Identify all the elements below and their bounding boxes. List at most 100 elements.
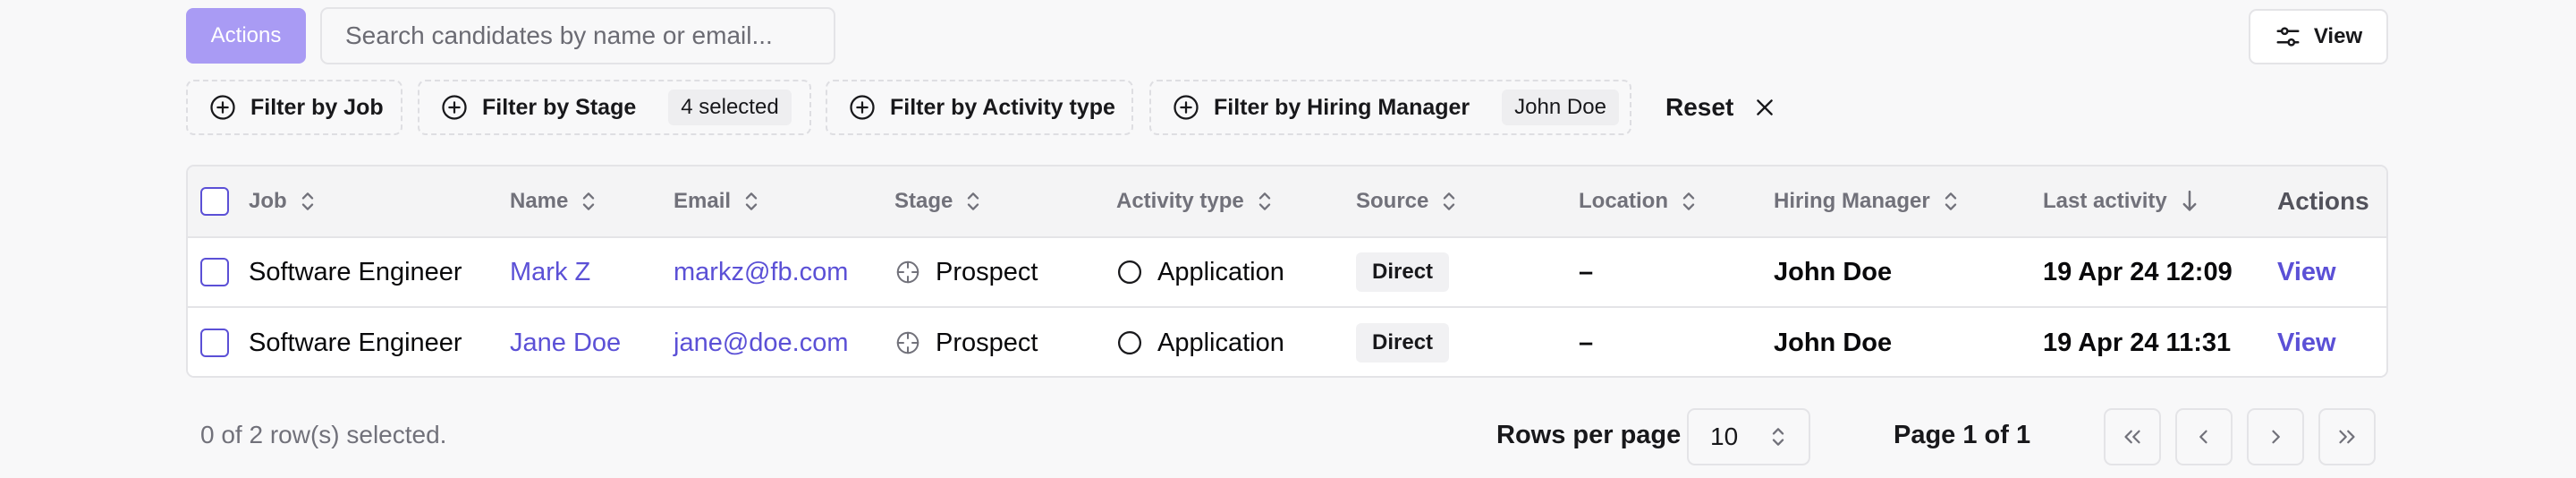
crosshair-icon <box>896 260 919 284</box>
column-hiring-manager[interactable]: Hiring Manager <box>1774 166 1959 236</box>
circle-icon <box>1118 331 1141 354</box>
row-checkbox-cell <box>200 308 229 376</box>
next-page-button[interactable] <box>2247 408 2304 465</box>
select-all-checkbox[interactable] <box>200 187 229 216</box>
cell-location: – <box>1579 257 1594 286</box>
column-location[interactable]: Location <box>1579 166 1697 236</box>
column-stage[interactable]: Stage <box>894 166 981 236</box>
table-row: Software Engineer Jane Doe jane@doe.com … <box>188 308 2386 376</box>
column-location-label: Location <box>1579 189 1668 213</box>
prev-page-button[interactable] <box>2175 408 2233 465</box>
view-link[interactable]: View <box>2277 238 2336 306</box>
reset-button[interactable]: Reset <box>1665 80 1776 135</box>
rows-per-page-label: Rows per page <box>1496 421 1682 449</box>
sort-icon <box>583 192 595 210</box>
last-page-button[interactable] <box>2318 408 2376 465</box>
cell-stage-label: Prospect <box>936 257 1038 286</box>
cell-hiring-manager: John Doe <box>1774 328 1893 357</box>
cell-source: Direct <box>1356 308 1450 376</box>
cell-activity-type: Application <box>1116 238 1284 306</box>
column-hiring-manager-label: Hiring Manager <box>1774 189 1930 213</box>
cell-job: Software Engineer <box>249 257 462 286</box>
first-page-icon <box>2124 430 2140 444</box>
view-button[interactable]: View <box>2249 9 2388 64</box>
prev-page-icon <box>2199 430 2207 444</box>
cell-hiring-manager: John Doe <box>1774 257 1893 286</box>
sort-down-icon <box>2182 190 2197 211</box>
cell-last-activity: 19 Apr 24 12:09 <box>2043 257 2233 286</box>
filter-hiring-manager-label: Filter by Hiring Manager <box>1214 94 1470 120</box>
column-job[interactable]: Job <box>249 166 316 236</box>
plus-circle-icon <box>1174 95 1199 120</box>
chevrons-up-down-icon <box>1772 428 1784 446</box>
plus-circle-icon <box>210 95 235 120</box>
sliders-icon <box>2276 27 2300 47</box>
table-header: Job Name Email Stage Activity type Sourc… <box>188 166 2386 238</box>
column-actions: Actions <box>2277 166 2369 236</box>
crosshair-icon <box>896 331 919 354</box>
cell-activity-type-label: Application <box>1157 257 1284 286</box>
cell-activity-type-label: Application <box>1157 328 1284 357</box>
column-name[interactable]: Name <box>510 166 597 236</box>
column-source-label: Source <box>1356 189 1429 213</box>
cell-name-link[interactable]: Jane Doe <box>510 308 621 376</box>
column-actions-label: Actions <box>2277 187 2369 215</box>
filter-stage-button[interactable]: Filter by Stage 4 selected <box>418 80 811 135</box>
row-checkbox[interactable] <box>200 258 229 286</box>
column-email[interactable]: Email <box>674 166 759 236</box>
view-button-label: View <box>2313 24 2363 48</box>
sort-icon <box>745 192 758 210</box>
cell-name-link[interactable]: Mark Z <box>510 238 590 306</box>
cell-job: Software Engineer <box>249 328 462 357</box>
column-source[interactable]: Source <box>1356 166 1457 236</box>
column-activity-type[interactable]: Activity type <box>1116 166 1273 236</box>
sort-icon <box>301 192 313 210</box>
filter-hiring-manager-button[interactable]: Filter by Hiring Manager John Doe <box>1149 80 1631 135</box>
sort-icon <box>1682 192 1695 210</box>
filter-job-button[interactable]: Filter by Job <box>186 80 402 135</box>
plus-circle-icon <box>442 95 467 120</box>
last-page-icon <box>2339 430 2355 444</box>
filter-stage-chip: 4 selected <box>668 90 792 125</box>
cell-location: – <box>1579 328 1594 357</box>
first-page-button[interactable] <box>2104 408 2161 465</box>
column-activity-type-label: Activity type <box>1116 189 1244 213</box>
cell-stage: Prospect <box>894 308 1038 376</box>
rows-per-page-select[interactable]: 10 <box>1687 408 1810 465</box>
select-all-checkbox-cell <box>200 166 229 236</box>
column-last-activity[interactable]: Last activity <box>2043 166 2199 236</box>
filter-activity-type-label: Filter by Activity type <box>890 94 1115 120</box>
view-link[interactable]: View <box>2277 308 2336 376</box>
rows-per-page-value: 10 <box>1710 423 1739 450</box>
actions-button[interactable]: Actions <box>186 8 306 64</box>
cell-stage: Prospect <box>894 238 1038 306</box>
row-checkbox[interactable] <box>200 329 229 357</box>
sort-icon <box>1444 192 1455 210</box>
toolbar: Actions View <box>186 7 2388 66</box>
cell-last-activity: 19 Apr 24 11:31 <box>2043 328 2232 357</box>
column-last-activity-label: Last activity <box>2043 189 2167 213</box>
circle-icon <box>1118 260 1141 284</box>
sort-icon <box>1945 192 1956 210</box>
sort-icon <box>1258 192 1270 210</box>
filter-activity-type-button[interactable]: Filter by Activity type <box>826 80 1133 135</box>
cell-email-link[interactable]: markz@fb.com <box>674 238 848 306</box>
filter-job-label: Filter by Job <box>250 94 384 120</box>
row-checkbox-cell <box>200 238 229 306</box>
next-page-icon <box>2272 430 2280 444</box>
column-email-label: Email <box>674 189 732 213</box>
cell-stage-label: Prospect <box>936 328 1038 357</box>
candidates-table: Job Name Email Stage Activity type Sourc… <box>186 165 2388 378</box>
close-icon <box>1757 99 1774 115</box>
reset-label: Reset <box>1665 93 1734 121</box>
cell-source: Direct <box>1356 238 1450 306</box>
search-input[interactable] <box>320 7 835 64</box>
cell-activity-type: Application <box>1116 308 1284 376</box>
filter-stage-label: Filter by Stage <box>482 94 637 120</box>
source-badge: Direct <box>1356 252 1450 292</box>
column-stage-label: Stage <box>894 189 953 213</box>
source-badge: Direct <box>1356 323 1450 363</box>
cell-email-link[interactable]: jane@doe.com <box>674 308 849 376</box>
column-name-label: Name <box>510 189 569 213</box>
column-job-label: Job <box>249 189 287 213</box>
